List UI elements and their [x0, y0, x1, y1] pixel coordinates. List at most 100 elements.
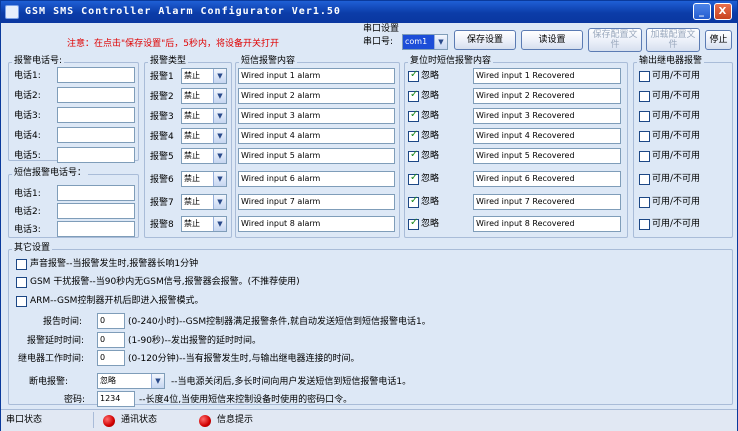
recovery-content-4-input[interactable]: Wired input 4 Recovered — [473, 128, 621, 144]
recovery-ignore-8-checkbox[interactable] — [408, 217, 419, 230]
relay-6-checkbox[interactable] — [639, 174, 650, 185]
alarm-type-4-select[interactable]: 禁止 ▼ — [181, 128, 227, 144]
read-settings-button[interactable]: 读设置 — [521, 30, 583, 50]
recovery-ignore-5-checkbox[interactable] — [408, 149, 419, 162]
alarm-type-label: 报警4 — [150, 132, 174, 142]
power-alarm-select[interactable]: 忽略 ▼ — [97, 373, 165, 389]
relay-3-checkbox[interactable] — [639, 111, 650, 122]
minimize-button[interactable]: _ — [693, 3, 711, 20]
chevron-down-icon[interactable]: ▼ — [434, 35, 447, 49]
port-group-title: 串口设置 — [363, 24, 400, 34]
recovery-ignore-label: 忽略 — [421, 71, 440, 81]
relay-label: 可用/不可用 — [652, 174, 701, 184]
sms-phone-label: 电话2: — [14, 207, 41, 217]
title-bar[interactable]: GSM SMS Controller Alarm Configurator Ve… — [1, 1, 737, 23]
sms-content-6-input[interactable]: Wired input 6 alarm — [238, 171, 395, 187]
alarm-phone-2-input[interactable] — [57, 87, 135, 103]
relay-time-input[interactable]: 0 — [97, 350, 125, 366]
alarm-type-value: 禁止 — [184, 151, 200, 160]
close-button[interactable]: X — [714, 3, 732, 20]
sms-phone-label: 电话3: — [14, 225, 41, 235]
comm-status-led-icon — [103, 415, 115, 427]
sms-content-7-input[interactable]: Wired input 7 alarm — [238, 194, 395, 210]
sound-alarm-checkbox[interactable] — [16, 259, 27, 270]
chevron-down-icon[interactable]: ▼ — [213, 195, 226, 209]
alarm-phone-4-input[interactable] — [57, 127, 135, 143]
sms-content-5-input[interactable]: Wired input 5 alarm — [238, 148, 395, 164]
chevron-down-icon[interactable]: ▼ — [213, 149, 226, 163]
recovery-content-2-input[interactable]: Wired input 2 Recovered — [473, 88, 621, 104]
other-settings-title: 其它设置 — [12, 243, 53, 254]
chevron-down-icon[interactable]: ▼ — [213, 89, 226, 103]
alarm-type-8-select[interactable]: 禁止 ▼ — [181, 216, 227, 232]
relay-5-checkbox[interactable] — [639, 151, 650, 162]
chevron-down-icon[interactable]: ▼ — [213, 217, 226, 231]
recovery-content-1-input[interactable]: Wired input 1 Recovered — [473, 68, 621, 84]
chevron-down-icon[interactable]: ▼ — [213, 129, 226, 143]
alarm-type-3-select[interactable]: 禁止 ▼ — [181, 108, 227, 124]
password-input[interactable]: 1234 — [97, 391, 135, 407]
recovery-ignore-6-checkbox[interactable] — [408, 172, 419, 185]
relay-2-checkbox[interactable] — [639, 91, 650, 102]
alarm-type-label: 报警1 — [150, 72, 174, 82]
alarm-type-label: 报警2 — [150, 92, 174, 102]
sms-phone-1-input[interactable] — [57, 185, 135, 201]
relay-label: 可用/不可用 — [652, 111, 701, 121]
relay-1-checkbox[interactable] — [639, 71, 650, 82]
recovery-ignore-3-checkbox[interactable] — [408, 109, 419, 122]
alarm-phone-5-input[interactable] — [57, 147, 135, 163]
sms-content-4-input[interactable]: Wired input 4 alarm — [238, 128, 395, 144]
chevron-down-icon[interactable]: ▼ — [213, 109, 226, 123]
alarm-type-7-select[interactable]: 禁止 ▼ — [181, 194, 227, 210]
alarm-type-5-select[interactable]: 禁止 ▼ — [181, 148, 227, 164]
alarm-type-label: 报警3 — [150, 112, 174, 122]
recovery-content-8-input[interactable]: Wired input 8 Recovered — [473, 216, 621, 232]
alarm-type-1-select[interactable]: 禁止 ▼ — [181, 68, 227, 84]
chevron-down-icon[interactable]: ▼ — [151, 374, 164, 388]
sms-content-2-input[interactable]: Wired input 2 alarm — [238, 88, 395, 104]
alarm-type-2-select[interactable]: 禁止 ▼ — [181, 88, 227, 104]
sms-phone-label: 电话1: — [14, 189, 41, 199]
recovery-ignore-2-checkbox[interactable] — [408, 89, 419, 102]
load-config-file-button[interactable]: 加载配置文件 — [646, 28, 700, 52]
alarm-type-value: 禁止 — [184, 197, 200, 206]
relay-4-checkbox[interactable] — [639, 131, 650, 142]
alarm-delay-input[interactable]: 0 — [97, 332, 125, 348]
report-time-input[interactable]: 0 — [97, 313, 125, 329]
sound-alarm-label: 声音报警--当报警发生时,报警器长响1分钟 — [30, 259, 199, 269]
save-settings-button[interactable]: 保存设置 — [454, 30, 516, 50]
save-config-file-button[interactable]: 保存配置文件 — [588, 28, 642, 52]
port-label: 串口号: — [363, 37, 394, 47]
alarm-type-value: 禁止 — [184, 219, 200, 228]
chevron-down-icon[interactable]: ▼ — [213, 172, 226, 186]
arm-on-boot-checkbox[interactable] — [16, 296, 27, 307]
alarm-type-6-select[interactable]: 禁止 ▼ — [181, 171, 227, 187]
alarm-phone-3-input[interactable] — [57, 107, 135, 123]
sms-phone-3-input[interactable] — [57, 221, 135, 237]
recovery-content-7-input[interactable]: Wired input 7 Recovered — [473, 194, 621, 210]
sms-content-3-input[interactable]: Wired input 3 alarm — [238, 108, 395, 124]
sms-phone-2-input[interactable] — [57, 203, 135, 219]
relay-8-checkbox[interactable] — [639, 219, 650, 230]
recovery-content-6-input[interactable]: Wired input 6 Recovered — [473, 171, 621, 187]
recovery-ignore-label: 忽略 — [421, 174, 440, 184]
alarm-phone-1-input[interactable] — [57, 67, 135, 83]
chevron-down-icon[interactable]: ▼ — [213, 69, 226, 83]
recovery-content-3-input[interactable]: Wired input 3 Recovered — [473, 108, 621, 124]
sms-content-1-input[interactable]: Wired input 1 alarm — [238, 68, 395, 84]
recovery-ignore-4-checkbox[interactable] — [408, 129, 419, 142]
gsm-jam-alarm-checkbox[interactable] — [16, 277, 27, 288]
recovery-content-5-input[interactable]: Wired input 5 Recovered — [473, 148, 621, 164]
power-alarm-value: 忽略 — [100, 376, 116, 385]
alarm-type-label: 报警7 — [150, 198, 174, 208]
stop-button[interactable]: 停止 — [705, 30, 732, 50]
recovery-ignore-7-checkbox[interactable] — [408, 195, 419, 208]
port-select[interactable]: com1 ▼ — [402, 34, 448, 50]
recovery-ignore-1-checkbox[interactable] — [408, 69, 419, 82]
warning-text: 注意：在点击"保存设置"后，5秒内，将设备开关打开 — [67, 39, 280, 49]
comm-status-label: 通讯状态 — [121, 415, 158, 425]
alarm-type-label: 报警8 — [150, 220, 174, 230]
relay-7-checkbox[interactable] — [639, 197, 650, 208]
sms-content-8-input[interactable]: Wired input 8 alarm — [238, 216, 395, 232]
alarm-type-value: 禁止 — [184, 131, 200, 140]
